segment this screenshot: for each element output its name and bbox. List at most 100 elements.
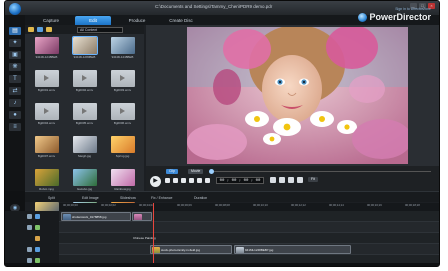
library-item[interactable]: Sleigh.jpg	[69, 136, 100, 162]
effect-room-icon[interactable]: ✦	[9, 39, 21, 47]
scrubber-knob[interactable]	[209, 169, 214, 174]
undock-icon[interactable]	[279, 177, 285, 183]
window-title: C:\Documents and Settings\Tammy_Chen\PDR…	[155, 4, 273, 9]
brand: PowerDirector	[358, 12, 431, 22]
audio-track-icon	[35, 225, 40, 230]
audio-mixing-icon[interactable]: ♪	[9, 99, 21, 107]
media-room-icon[interactable]: ▤	[9, 27, 21, 35]
ruler-tick-label: 00;00;06;06	[177, 203, 192, 207]
tab-produce[interactable]: Produce	[119, 16, 155, 25]
library-item[interactable]: 941ML1448BEB	[107, 37, 138, 63]
timeline-ruler[interactable]: 00;00;00;00 00;00;02;02 00;00;04;04 00;00;0…	[59, 203, 439, 211]
player-controls: Clip Movie ▶ 00 ; 00 ; 00 ; 00 Fit	[146, 166, 439, 191]
video-thumbnail	[72, 70, 97, 87]
video-track-1: shutterstock_9178858.jpg	[5, 211, 439, 222]
timeline-clip[interactable]: stock-photo-family-in-field.jpg	[150, 245, 232, 254]
library-item[interactable]: Bg0006.wmv	[107, 103, 138, 129]
play-button[interactable]: ▶	[150, 176, 161, 187]
stop-icon[interactable]	[165, 178, 170, 183]
track-lock-icon[interactable]	[27, 214, 32, 219]
library-item-label: Bg0002.wmv	[75, 88, 94, 92]
library-item[interactable]: 941ML1248BEB	[31, 37, 62, 63]
library-item[interactable]: Bg0005.wmv	[69, 103, 100, 129]
library-item[interactable]: Bg0002.wmv	[69, 70, 100, 96]
movie-mode-button[interactable]: Movie	[188, 169, 204, 174]
timeline-clip[interactable]: shutterstock_9178858.jpg	[61, 212, 131, 221]
photo-thumbnail	[72, 136, 97, 153]
chapter-room-icon[interactable]: ≡	[9, 123, 21, 131]
library-toolbar: All Content	[25, 25, 144, 34]
previous-frame-icon[interactable]	[173, 178, 178, 183]
clip-label: stock-photo-family-in-field.jpg	[161, 248, 201, 252]
photo-thumbnail	[110, 37, 135, 54]
timeline-playhead[interactable]	[153, 203, 154, 266]
snapshot-icon[interactable]	[205, 178, 210, 183]
library-item-label: 941ML1448BEB	[111, 55, 134, 59]
clip-mode-button[interactable]: Clip	[166, 169, 179, 174]
clip-label: 941ML1248BEB7.jpg	[245, 248, 274, 252]
photo-thumbnail	[34, 169, 59, 186]
transition-room-icon[interactable]: ⇄	[9, 87, 21, 95]
volume-icon[interactable]	[197, 178, 202, 183]
edit-toolbar: Split Edit Image Slideshow Fix / Enhance…	[5, 191, 439, 202]
photo-thumbnail	[71, 36, 98, 55]
library-item[interactable]: 941ML1280BEB	[69, 36, 100, 63]
track-header	[5, 222, 59, 233]
content-filter-select[interactable]: All Content	[77, 26, 123, 33]
fix-enhance-button[interactable]: Fix / Enhance	[148, 195, 175, 201]
dual-monitor-icon[interactable]	[270, 177, 276, 183]
pip-room-icon[interactable]: ▣	[9, 51, 21, 59]
video-thumbnail	[72, 103, 97, 120]
voice-over-icon[interactable]: ●	[9, 111, 21, 119]
directorzone-link[interactable]: Sign in to DirectorZone	[395, 7, 431, 11]
particle-room-icon[interactable]: ❋	[9, 63, 21, 71]
library-item-label: Bg0004.wmv	[37, 121, 56, 125]
photo-thumbnail	[110, 169, 135, 186]
fullscreen-icon[interactable]	[288, 177, 294, 183]
app-logo-icon	[9, 3, 21, 15]
split-button[interactable]: Split	[45, 195, 58, 201]
library-item[interactable]: Bg0001.wmv	[31, 70, 62, 96]
edit-image-button[interactable]: Edit Image	[79, 195, 102, 201]
library-item-label: Bg0006.wmv	[113, 121, 132, 125]
ruler-tick-label: 00;00;02;02	[101, 203, 116, 207]
photo-thumbnail	[72, 169, 97, 186]
timeline-clip[interactable]: 941ML1248BEB7.jpg	[234, 245, 351, 254]
track-header	[5, 233, 59, 244]
title-room-icon[interactable]: T	[9, 75, 21, 83]
fx-icon	[35, 236, 40, 241]
track-lock-icon[interactable]	[27, 225, 32, 230]
track-lock-icon[interactable]	[27, 247, 32, 252]
library-item-label: Bg0001.wmv	[37, 88, 56, 92]
slideshow-button[interactable]: Slideshow	[117, 195, 139, 201]
ruler-tick-label: 00;00;14;14	[329, 203, 344, 207]
tab-capture[interactable]: Capture	[33, 16, 69, 25]
import-media-icon[interactable]	[37, 27, 43, 32]
photo-thumbnail	[34, 136, 59, 153]
timeline-clip[interactable]	[132, 212, 152, 221]
timeline-tracks: shutterstock_9178858.jpg Chinese Paintin…	[5, 211, 439, 266]
clip-thumbnail	[134, 214, 142, 220]
preview-scrubber[interactable]	[211, 171, 431, 172]
settings-icon[interactable]	[297, 177, 303, 183]
library-item[interactable]: Spring.jpg	[107, 136, 138, 162]
next-frame-icon[interactable]	[181, 178, 186, 183]
fast-forward-icon[interactable]	[189, 178, 194, 183]
tab-create-disc[interactable]: Create Disc	[163, 16, 199, 25]
library-item[interactable]: Bg0004.wmv	[31, 103, 62, 129]
zoom-select[interactable]: Fit	[308, 177, 318, 182]
library-item[interactable]: Bg0003.wmv	[107, 70, 138, 96]
duration-button[interactable]: Duration	[191, 195, 210, 201]
folder-icon[interactable]	[46, 27, 52, 32]
library-item-label: Bg0005.wmv	[75, 121, 94, 125]
video-track-icon	[35, 247, 40, 252]
import-folder-icon[interactable]	[28, 27, 34, 32]
tab-edit[interactable]: Edit	[75, 16, 111, 25]
audio-track-1	[5, 222, 439, 233]
library-item[interactable]: Bg0007.wmv	[31, 136, 62, 162]
library-item-label: Sleigh.jpg	[77, 154, 92, 158]
library-item-label: Spring.jpg	[115, 154, 130, 158]
video-thumbnail	[110, 103, 135, 120]
video-track-2: stock-photo-family-in-field.jpg 941ML124…	[5, 244, 439, 255]
media-library: All Content 941ML1248BEB 941ML1280BEB 941M…	[25, 25, 144, 224]
